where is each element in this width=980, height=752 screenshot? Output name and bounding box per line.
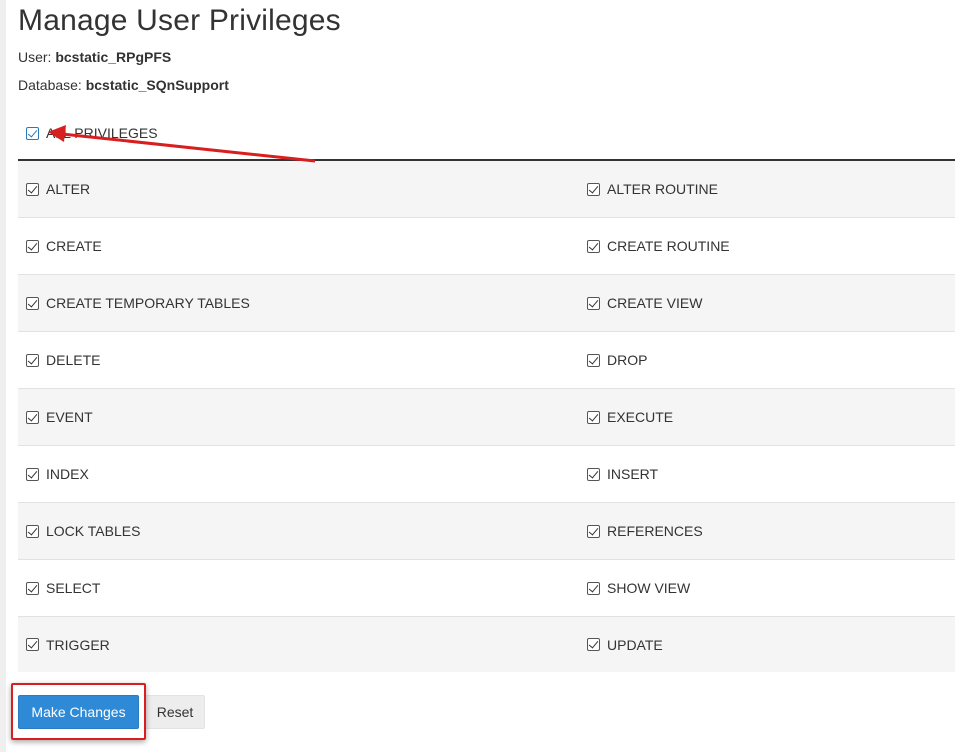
privilege-checkbox[interactable] [26, 239, 39, 253]
privilege-label: CREATE TEMPORARY TABLES [46, 295, 250, 311]
privilege-row: CREATE TEMPORARY TABLES CREATE VIEW [18, 275, 955, 332]
privilege-checkbox[interactable] [26, 524, 39, 538]
reset-button[interactable]: Reset [145, 695, 205, 729]
privilege-checkbox[interactable] [26, 467, 39, 481]
privilege-checkbox[interactable] [587, 296, 600, 310]
privilege-item[interactable]: REFERENCES [587, 523, 703, 539]
privilege-item[interactable]: CREATE TEMPORARY TABLES [26, 295, 250, 311]
privilege-label: CREATE ROUTINE [607, 238, 730, 254]
privilege-item[interactable]: UPDATE [587, 637, 663, 653]
privilege-checkbox[interactable] [26, 353, 39, 367]
privilege-item[interactable]: EXECUTE [587, 409, 673, 425]
privilege-label: DROP [607, 352, 648, 368]
privilege-item[interactable]: INSERT [587, 466, 658, 482]
privilege-item[interactable]: SHOW VIEW [587, 580, 690, 596]
privilege-label: UPDATE [607, 636, 663, 653]
all-privileges-label: ALL PRIVILEGES [46, 125, 158, 141]
privilege-item[interactable]: DELETE [26, 352, 100, 368]
form-actions: Make Changes Reset [18, 695, 205, 729]
privilege-checkbox[interactable] [26, 581, 39, 595]
database-label: Database: [18, 77, 82, 93]
privilege-item[interactable]: SELECT [26, 580, 100, 596]
privilege-checkbox[interactable] [26, 638, 39, 651]
privilege-label: SELECT [46, 580, 101, 596]
privilege-item[interactable]: ALTER ROUTINE [587, 181, 718, 197]
privilege-item[interactable]: CREATE [26, 238, 102, 254]
privilege-checkbox[interactable] [587, 182, 600, 196]
user-label: User: [18, 49, 52, 65]
privilege-label: DELETE [46, 352, 101, 368]
all-privileges-row[interactable]: ALL PRIVILEGES [26, 125, 158, 141]
privilege-checkbox[interactable] [26, 410, 39, 424]
privilege-label: INSERT [607, 466, 659, 482]
privilege-label: CREATE [46, 238, 102, 254]
privilege-row: CREATE CREATE ROUTINE [18, 218, 955, 275]
privilege-item[interactable]: CREATE ROUTINE [587, 238, 730, 254]
privilege-label: CREATE VIEW [607, 295, 703, 311]
privilege-checkbox[interactable] [587, 524, 600, 538]
page-title: Manage User Privileges [18, 4, 341, 37]
database-value: bcstatic_SQnSupport [85, 77, 229, 93]
make-changes-button[interactable]: Make Changes [18, 695, 139, 729]
privilege-label: TRIGGER [46, 636, 110, 653]
privilege-row: SELECT SHOW VIEW [18, 560, 955, 617]
privilege-label: ALTER ROUTINE [607, 181, 718, 197]
privilege-row: EVENT EXECUTE [18, 389, 955, 446]
privilege-checkbox[interactable] [587, 467, 600, 481]
user-value: bcstatic_RPgPFS [55, 49, 172, 65]
privileges-grid: ALTER ALTER ROUTINE CREATE CREATE ROUTINE CR… [18, 161, 955, 672]
left-border [0, 0, 6, 752]
database-info: Database: bcstatic_SQnSupport [18, 77, 229, 93]
privilege-checkbox[interactable] [26, 182, 39, 196]
privilege-item[interactable]: INDEX [26, 466, 89, 482]
privilege-item[interactable]: DROP [587, 352, 647, 368]
privilege-row: TRIGGER UPDATE [18, 617, 955, 672]
privilege-item[interactable]: EVENT [26, 409, 93, 425]
privilege-row: ALTER ALTER ROUTINE [18, 161, 955, 218]
privilege-row: DELETE DROP [18, 332, 955, 389]
privilege-label: REFERENCES [607, 523, 703, 539]
privilege-checkbox[interactable] [587, 410, 600, 424]
privilege-label: ALTER [46, 181, 91, 197]
privilege-checkbox[interactable] [26, 296, 39, 310]
privilege-checkbox[interactable] [587, 353, 600, 367]
privilege-label: EXECUTE [607, 409, 674, 425]
privilege-row: LOCK TABLES REFERENCES [18, 503, 955, 560]
privilege-item[interactable]: ALTER [26, 181, 90, 197]
privilege-item[interactable]: CREATE VIEW [587, 295, 702, 311]
all-privileges-checkbox[interactable] [26, 126, 39, 140]
privilege-label: LOCK TABLES [46, 523, 141, 539]
privilege-checkbox[interactable] [587, 239, 600, 253]
privilege-row: INDEX INSERT [18, 446, 955, 503]
privilege-checkbox[interactable] [587, 581, 600, 595]
privilege-label: EVENT [46, 409, 93, 425]
privilege-checkbox[interactable] [587, 638, 600, 651]
privilege-label: INDEX [46, 466, 89, 482]
privilege-item[interactable]: TRIGGER [26, 637, 110, 653]
user-info: User: bcstatic_RPgPFS [18, 49, 171, 65]
privilege-item[interactable]: LOCK TABLES [26, 523, 140, 539]
privilege-label: SHOW VIEW [607, 580, 691, 596]
